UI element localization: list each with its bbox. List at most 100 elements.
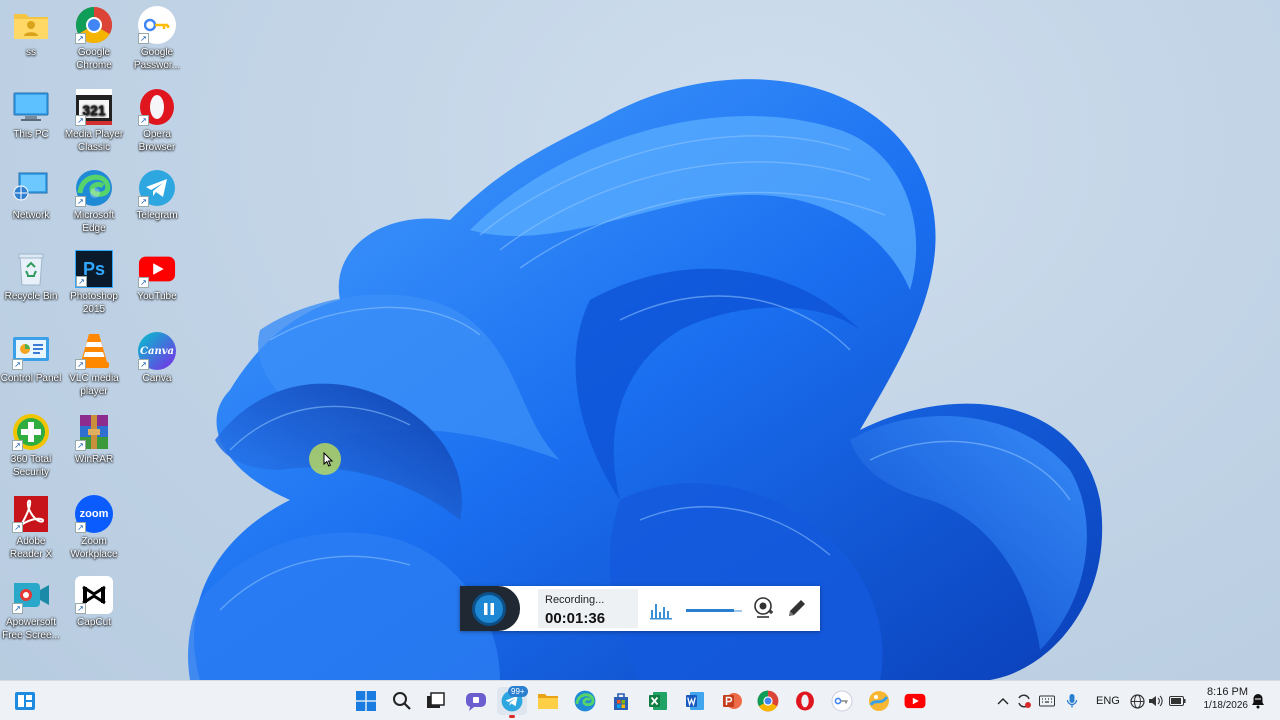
widgets-icon xyxy=(15,692,35,710)
desktop-icon-google-chrome[interactable]: ↗ Google Chrome xyxy=(63,6,125,72)
desktop-icon-control-panel[interactable]: ↗ Control Panel xyxy=(0,332,62,385)
taskbar-app-google-password[interactable] xyxy=(827,687,857,715)
desktop-icon-360-total-security[interactable]: ↗ 360 Total Security xyxy=(0,413,62,479)
desktop-icon-vlc[interactable]: ↗ VLC media player xyxy=(63,332,125,398)
chrome-icon xyxy=(757,690,779,712)
windows-start-icon xyxy=(356,691,376,711)
edge-icon xyxy=(574,690,596,712)
desktop-icon-label: Telegram xyxy=(136,210,178,221)
network-icon xyxy=(12,169,50,207)
zoom-glyph: zoom xyxy=(79,507,109,520)
volume-slider-fill xyxy=(686,609,734,612)
360-security-icon: ↗ xyxy=(12,413,50,451)
chrome-icon: ↗ xyxy=(75,6,113,44)
volume-slider[interactable] xyxy=(686,608,742,614)
shortcut-arrow-icon: ↗ xyxy=(138,277,149,288)
desktop-icon-zoom[interactable]: zoom ↗ Zoom Workplace xyxy=(63,495,125,561)
keyboard-icon xyxy=(1039,695,1055,707)
search-button[interactable] xyxy=(387,687,417,715)
taskbar-app-excel[interactable] xyxy=(643,687,673,715)
teams-chat-icon xyxy=(466,693,486,711)
audio-level-icon[interactable] xyxy=(650,598,672,620)
desktop-icon-microsoft-edge[interactable]: ↗ Microsoft Edge xyxy=(63,169,125,235)
shortcut-arrow-icon: ↗ xyxy=(12,359,23,370)
desktop-icon-label: Opera Browser xyxy=(138,129,176,153)
photoshop-glyph: Ps xyxy=(82,258,106,279)
taskbar-app-word[interactable] xyxy=(680,687,710,715)
shortcut-arrow-icon: ↗ xyxy=(75,196,86,207)
taskbar-app-telegram[interactable]: 99+ xyxy=(497,686,528,718)
pause-button[interactable] xyxy=(472,592,506,626)
shortcut-arrow-icon: ↗ xyxy=(138,196,149,207)
active-indicator xyxy=(509,715,515,718)
clock-date: 1/18/2026 xyxy=(1203,700,1249,711)
tray-keyboard-button[interactable] xyxy=(1034,687,1060,715)
canva-icon: Canva ↗ xyxy=(138,332,176,370)
desktop-icon-label: Adobe Reader X xyxy=(9,536,53,560)
notification-bell-icon xyxy=(1252,694,1264,709)
powerpoint-icon xyxy=(723,693,742,709)
tray-microphone-button[interactable] xyxy=(1059,687,1085,715)
opera-icon xyxy=(796,691,814,711)
microsoft-store-icon xyxy=(614,693,628,710)
apowersoft-icon: ↗ xyxy=(12,576,50,614)
language-indicator[interactable]: ENG xyxy=(1096,695,1120,707)
pen-icon[interactable] xyxy=(786,597,808,619)
desktop-icon-label: Photoshop 2015 xyxy=(70,291,118,315)
desktop-icon-label: Media Player Classic xyxy=(64,129,124,153)
shortcut-arrow-icon: ↗ xyxy=(75,33,86,44)
tray-battery-button[interactable] xyxy=(1164,687,1190,715)
desktop-icon-canva[interactable]: Canva ↗ Canva xyxy=(126,332,188,385)
taskbar-app-photos[interactable] xyxy=(864,687,894,715)
desktop-icon-label: ss xyxy=(26,47,36,58)
taskbar-app-youtube[interactable] xyxy=(900,687,930,715)
taskbar-app-teams[interactable] xyxy=(461,687,491,715)
desktop-icon-recycle-bin[interactable]: Recycle Bin xyxy=(0,250,62,303)
excel-icon xyxy=(649,692,667,710)
desktop-icon-media-player-classic[interactable]: 321 ↗ Media Player Classic xyxy=(63,88,125,154)
task-view-button[interactable] xyxy=(421,687,451,715)
shortcut-arrow-icon: ↗ xyxy=(138,115,149,126)
recorder-toolbar: Recording... 00:01:36 xyxy=(460,586,820,631)
taskbar-app-store[interactable] xyxy=(606,687,636,715)
desktop-icon-youtube[interactable]: ↗ YouTube xyxy=(126,250,188,303)
desktop-icon-winrar[interactable]: ↗ WinRAR xyxy=(63,413,125,466)
desktop-icon-label: WinRAR xyxy=(74,454,114,465)
clock[interactable]: 8:16 PM 1/18/2026 xyxy=(1192,686,1249,711)
youtube-icon xyxy=(904,693,926,709)
desktop-icon-label: Google Passwor... xyxy=(133,47,181,71)
clock-time: 8:16 PM xyxy=(1207,686,1248,698)
desktop-icon-telegram[interactable]: ↗ Telegram xyxy=(126,169,188,222)
recycle-bin-icon xyxy=(12,250,50,288)
recording-status: Recording... xyxy=(545,594,605,606)
shortcut-arrow-icon: ↗ xyxy=(12,440,23,451)
desktop-icon-opera[interactable]: ↗ Opera Browser xyxy=(126,88,188,154)
file-explorer-icon xyxy=(538,694,558,709)
taskbar-app-opera[interactable] xyxy=(790,687,820,715)
webcam-icon[interactable] xyxy=(752,596,774,620)
taskbar-app-chrome[interactable] xyxy=(753,687,783,715)
desktop-icon-label: Google Chrome xyxy=(76,47,112,71)
telegram-icon: ↗ xyxy=(138,169,176,207)
search-icon xyxy=(393,692,411,710)
desktop-icon-ss[interactable]: ss xyxy=(0,6,62,59)
shortcut-arrow-icon: ↗ xyxy=(75,359,86,370)
desktop-icon-capcut[interactable]: ↗ CapCut xyxy=(63,576,125,629)
taskbar-app-powerpoint[interactable] xyxy=(717,687,747,715)
desktop-icon-photoshop[interactable]: Ps ↗ Photoshop 2015 xyxy=(63,250,125,316)
desktop-icon-adobe-reader[interactable]: ↗ Adobe Reader X xyxy=(0,495,62,561)
desktop-icon-this-pc[interactable]: This PC xyxy=(0,88,62,141)
desktop-icon-google-password[interactable]: ↗ Google Passwor... xyxy=(126,6,188,72)
desktop-icon-network[interactable]: Network xyxy=(0,169,62,222)
taskbar-app-file-explorer[interactable] xyxy=(533,687,563,715)
widgets-button[interactable] xyxy=(10,687,40,715)
taskbar-app-edge[interactable] xyxy=(570,687,600,715)
pause-button-area xyxy=(460,586,520,631)
tray-sync-button[interactable] xyxy=(1012,687,1036,715)
winrar-icon: ↗ xyxy=(75,413,113,451)
adobe-reader-icon: ↗ xyxy=(12,495,50,533)
desktop-icon-apowersoft[interactable]: ↗ Apowersoft Free Scree... xyxy=(0,576,62,642)
notifications-button[interactable] xyxy=(1246,687,1270,715)
shortcut-arrow-icon: ↗ xyxy=(138,359,149,370)
start-button[interactable] xyxy=(351,687,381,715)
